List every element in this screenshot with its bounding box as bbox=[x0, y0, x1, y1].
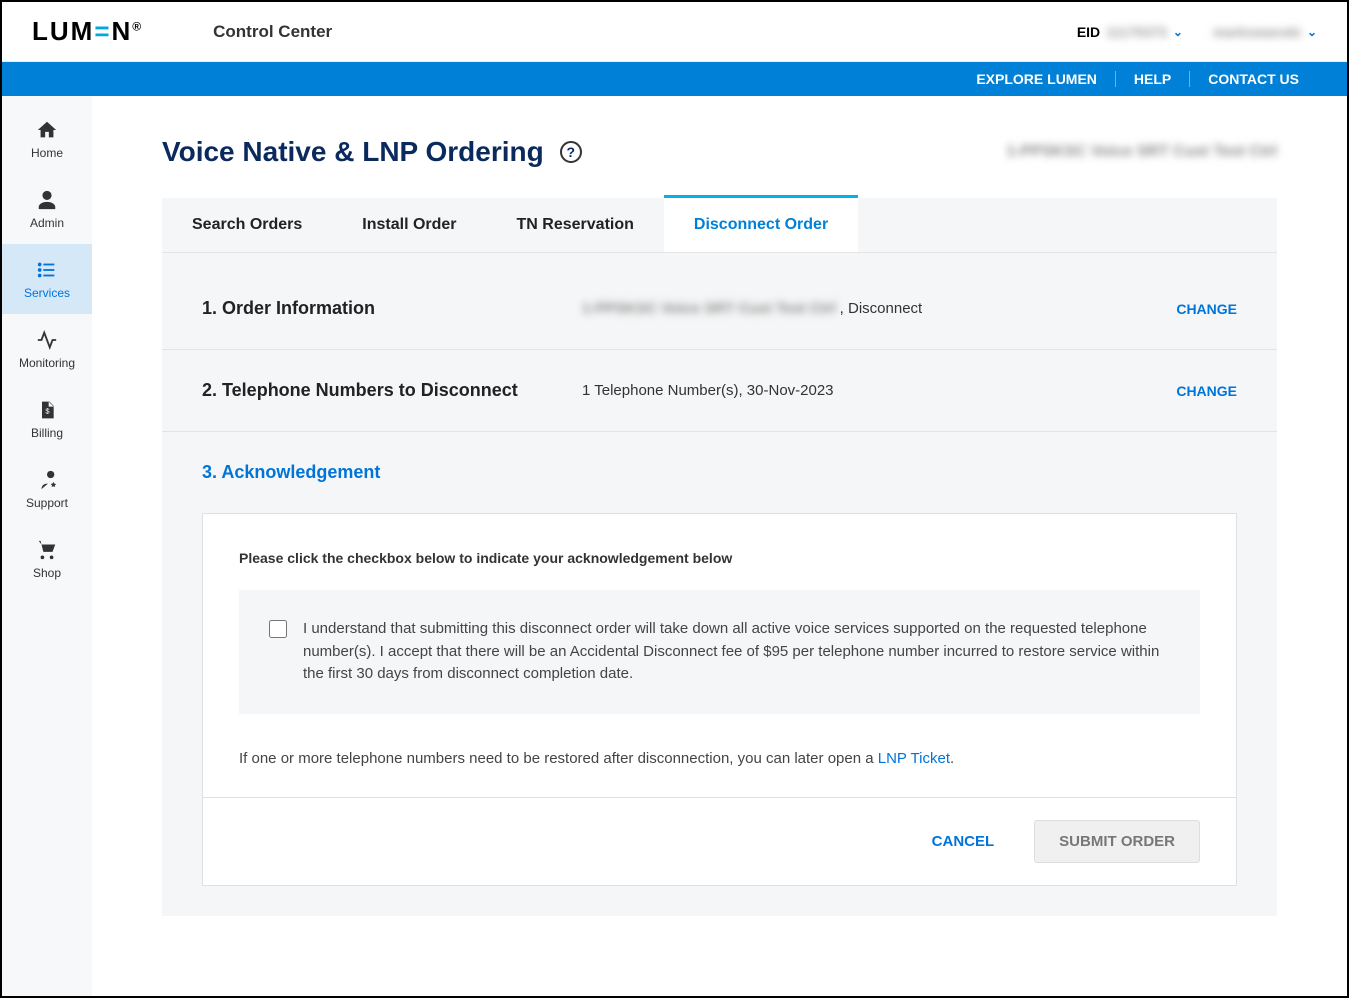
sidebar-item-services[interactable]: Services bbox=[2, 244, 92, 314]
contact-us-link[interactable]: CONTACT US bbox=[1189, 71, 1317, 87]
sidebar-item-label: Admin bbox=[30, 216, 64, 230]
submit-order-button[interactable]: SUBMIT ORDER bbox=[1034, 820, 1200, 863]
tab-search-orders[interactable]: Search Orders bbox=[162, 198, 332, 252]
ack-prompt: Please click the checkbox below to indic… bbox=[239, 550, 1200, 566]
sidebar-item-monitoring[interactable]: Monitoring bbox=[2, 314, 92, 384]
explore-lumen-link[interactable]: EXPLORE LUMEN bbox=[958, 71, 1115, 87]
step-title: 1. Order Information bbox=[202, 298, 582, 319]
change-order-info-link[interactable]: CHANGE bbox=[1176, 301, 1237, 317]
utility-nav: EXPLORE LUMEN HELP CONTACT US bbox=[2, 62, 1347, 96]
step-value: 1-PPSKSC Voice SRT Cust Test Ctrl , Disc… bbox=[582, 300, 1176, 317]
step-title: 2. Telephone Numbers to Disconnect bbox=[202, 380, 582, 401]
cart-icon bbox=[36, 538, 58, 562]
sidebar-item-label: Billing bbox=[31, 426, 63, 440]
restore-text: If one or more telephone numbers need to… bbox=[239, 750, 1200, 767]
header-title: Control Center bbox=[213, 22, 332, 42]
change-tn-link[interactable]: CHANGE bbox=[1176, 383, 1237, 399]
activity-icon bbox=[36, 328, 58, 352]
gear-user-icon bbox=[36, 468, 58, 492]
page-title: Voice Native & LNP Ordering ? bbox=[162, 136, 582, 168]
eid-dropdown[interactable]: EID 11175373 ⌄ bbox=[1077, 24, 1183, 40]
cancel-button[interactable]: CANCEL bbox=[932, 833, 995, 850]
sidebar-item-home[interactable]: Home bbox=[2, 104, 92, 174]
sidebar-item-label: Support bbox=[26, 496, 68, 510]
step-acknowledgement: 3. Acknowledgement bbox=[162, 432, 1277, 493]
home-icon bbox=[36, 118, 58, 142]
ack-text: I understand that submitting this discon… bbox=[303, 618, 1170, 686]
step-value: 1 Telephone Number(s), 30-Nov-2023 bbox=[582, 382, 1176, 399]
tab-tn-reservation[interactable]: TN Reservation bbox=[487, 198, 664, 252]
lnp-ticket-link[interactable]: LNP Ticket bbox=[878, 750, 950, 767]
sidebar-item-support[interactable]: Support bbox=[2, 454, 92, 524]
list-icon bbox=[36, 258, 58, 282]
help-link[interactable]: HELP bbox=[1115, 71, 1189, 87]
help-icon[interactable]: ? bbox=[560, 141, 582, 163]
sidebar-item-label: Shop bbox=[33, 566, 61, 580]
sidebar-item-admin[interactable]: Admin bbox=[2, 174, 92, 244]
sidebar-item-billing[interactable]: $ Billing bbox=[2, 384, 92, 454]
sidebar-item-label: Home bbox=[31, 146, 63, 160]
ack-checkbox[interactable] bbox=[269, 620, 287, 638]
user-dropdown[interactable]: markswanski ⌄ bbox=[1213, 24, 1317, 40]
sidebar-item-label: Monitoring bbox=[19, 356, 75, 370]
step-title: 3. Acknowledgement bbox=[202, 462, 582, 483]
tab-install-order[interactable]: Install Order bbox=[332, 198, 486, 252]
chevron-down-icon: ⌄ bbox=[1307, 25, 1317, 39]
disconnect-panel: 1. Order Information 1-PPSKSC Voice SRT … bbox=[162, 253, 1277, 916]
user-icon bbox=[36, 188, 58, 212]
step-telephone-numbers: 2. Telephone Numbers to Disconnect 1 Tel… bbox=[162, 350, 1277, 432]
top-header: LUM=N® Control Center EID 11175373 ⌄ mar… bbox=[2, 2, 1347, 62]
ack-checkbox-row[interactable]: I understand that submitting this discon… bbox=[239, 590, 1200, 714]
chevron-down-icon: ⌄ bbox=[1173, 25, 1183, 39]
header-right: EID 11175373 ⌄ markswanski ⌄ bbox=[1077, 24, 1317, 40]
sidebar-item-label: Services bbox=[24, 286, 70, 300]
tab-disconnect-order[interactable]: Disconnect Order bbox=[664, 195, 858, 252]
tabs: Search Orders Install Order TN Reservati… bbox=[162, 198, 1277, 253]
main-content: Voice Native & LNP Ordering ? 1-PPSKSC V… bbox=[92, 96, 1347, 996]
step-order-information: 1. Order Information 1-PPSKSC Voice SRT … bbox=[162, 268, 1277, 350]
invoice-icon: $ bbox=[37, 398, 57, 422]
sidebar-item-shop[interactable]: Shop bbox=[2, 524, 92, 594]
lumen-logo: LUM=N® bbox=[32, 16, 143, 47]
account-context: 1-PPSKSC Voice SRT Cust Test Ctrl bbox=[1006, 143, 1277, 161]
action-bar: CANCEL SUBMIT ORDER bbox=[203, 797, 1236, 885]
acknowledgement-box: Please click the checkbox below to indic… bbox=[202, 513, 1237, 886]
sidebar: Home Admin Services Monitoring $ Billing… bbox=[2, 96, 92, 996]
